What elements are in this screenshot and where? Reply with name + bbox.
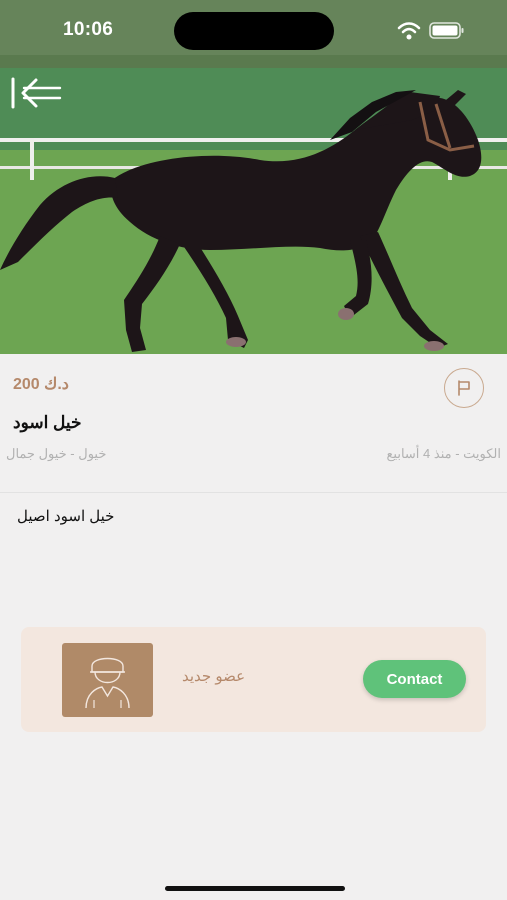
listing-title: خيل اسود xyxy=(13,413,82,432)
divider xyxy=(0,492,507,493)
status-time: 10:06 xyxy=(63,19,114,40)
report-button[interactable] xyxy=(444,368,484,408)
seller-card: عضو جديد Contact xyxy=(21,627,486,732)
wifi-icon xyxy=(397,22,421,40)
flag-icon xyxy=(458,380,470,396)
back-arrow-icon xyxy=(11,77,62,109)
back-button[interactable] xyxy=(10,76,64,110)
listing-location-time: الكويت - منذ 4 أسابيع xyxy=(386,446,501,461)
listing-category: خيول - خيول جمال xyxy=(6,446,107,461)
contact-button[interactable]: Contact xyxy=(363,660,466,698)
dynamic-island xyxy=(174,12,334,50)
listing-description: خيل اسود اصيل xyxy=(17,508,115,525)
horse-image xyxy=(0,0,507,354)
battery-icon xyxy=(429,22,464,39)
seller-avatar[interactable] xyxy=(62,643,153,717)
listing-price: د.ك 200 xyxy=(13,376,69,393)
home-indicator[interactable] xyxy=(165,886,345,891)
seller-member-label: عضو جديد xyxy=(182,668,246,685)
listing-photo xyxy=(0,0,507,354)
user-avatar-icon xyxy=(85,657,130,709)
